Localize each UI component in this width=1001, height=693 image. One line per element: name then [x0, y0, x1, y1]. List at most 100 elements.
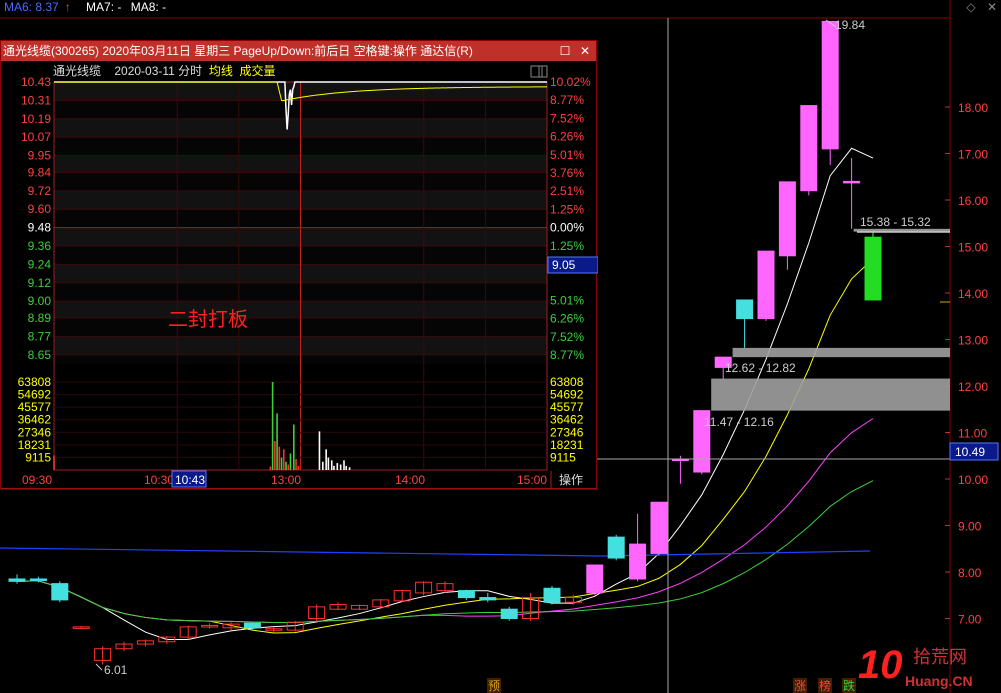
y-right-tick: 7.52% [550, 330, 584, 344]
ma8-legend: MA8: - [130, 0, 167, 14]
ma6-line [0, 547, 871, 557]
y-right-tick: 8.77% [550, 348, 584, 362]
x-tick-label: 09:30 [22, 473, 52, 487]
ma-legend: MA6: 8.37 ↑ MA7: - MA8: - [4, 0, 172, 14]
x-tick-label: 13:00 [271, 473, 301, 487]
candle-body [8, 578, 26, 582]
stock-name: 通光线缆 [53, 64, 102, 78]
y-right-tick: 6.26% [550, 312, 584, 326]
top-icons: ◇ ✕ [958, 0, 997, 14]
bottom-tag: 跌 [843, 678, 855, 693]
close-icon[interactable]: ✕ [576, 41, 594, 61]
x-tick-label: 14:00 [395, 473, 425, 487]
bottom-tag: 涨 [794, 678, 806, 693]
y-tick-label: 15.00 [958, 241, 988, 255]
price-annotation: 12.62 - 12.82 [725, 361, 796, 375]
candle-body [864, 236, 882, 301]
y-left-tick: 9.72 [28, 184, 52, 198]
candle-body [736, 299, 754, 320]
candle-body [243, 622, 261, 629]
op-button[interactable]: 操作 [559, 472, 583, 487]
volume-right-tick: 9115 [550, 450, 576, 464]
x-tick-label: 15:00 [517, 473, 547, 487]
popup-title: 通光线缆(300265) 2020年03月11日 星期三 PageUp/Down… [3, 44, 473, 58]
y-tick-label: 14.00 [958, 287, 988, 301]
price-annotation: 19.84 [835, 18, 865, 32]
diamond-icon[interactable]: ◇ [966, 0, 975, 14]
popup-subbar: 通光线缆 2020-03-11 分时 均线 成交量 [1, 62, 596, 80]
y-left-tick: 8.77 [28, 329, 52, 343]
ma30-line [16, 480, 874, 623]
candle-body [821, 20, 839, 150]
candle-body [650, 501, 668, 554]
y-left-tick: 10.07 [21, 130, 51, 144]
y-right-tick: 0.00% [550, 221, 584, 235]
watermark-logo: Huang.CN [905, 673, 973, 689]
intraday-chart[interactable]: 10.4310.3110.1910.079.959.849.729.609.48… [1, 41, 598, 490]
y-tick-label: 13.00 [958, 334, 988, 348]
ma6-legend: MA6: 8.37 ↑ [4, 0, 71, 14]
price-tag-label: 10.49 [955, 445, 985, 459]
ma7-legend: MA7: - [86, 0, 122, 14]
y-right-tick: 3.76% [550, 166, 584, 180]
candle-body [778, 181, 796, 257]
candle-body [843, 180, 861, 184]
y-tick-label: 18.00 [958, 101, 988, 115]
y-left-tick: 9.95 [28, 149, 52, 163]
y-left-tick: 9.24 [28, 257, 52, 271]
y-right-tick: 6.26% [550, 130, 584, 144]
candle-body [543, 587, 561, 603]
candle-body [757, 250, 775, 320]
close-icon[interactable]: ✕ [987, 0, 997, 14]
candle-body [51, 583, 69, 601]
gap-zone [853, 228, 950, 232]
candle-body [800, 105, 818, 192]
current-price-tag: 9.05 [552, 258, 576, 272]
y-tick-label: 9.00 [958, 520, 982, 534]
y-right-tick: 8.77% [550, 93, 584, 107]
y-tick-label: 12.00 [958, 380, 988, 394]
avg-line-label: 均线 [208, 64, 233, 78]
candle-body [479, 597, 497, 601]
candle-body [607, 536, 625, 559]
gap-zone [732, 347, 950, 358]
y-left-tick: 9.12 [28, 276, 52, 290]
annotation-pointer [95, 663, 103, 671]
bottom-tag: 榜 [819, 678, 831, 693]
y-left-tick: 10.19 [21, 112, 51, 126]
y-left-tick: 9.36 [28, 239, 52, 253]
candle-body [500, 608, 518, 620]
y-left-tick: 9.00 [28, 294, 52, 308]
y-left-tick: 9.60 [28, 202, 52, 216]
watermark-logo: 10 [858, 643, 903, 687]
y-tick-label: 7.00 [958, 613, 982, 627]
intraday-popup-window[interactable]: 10.43 10.31 10.19 10.07 9.95 9.84 9.72 9.60 9.48… [0, 40, 598, 490]
y-right-tick: 1.25% [550, 202, 584, 216]
y-tick-label: 16.00 [958, 194, 988, 208]
price-annotation: 11.47 - 12.16 [704, 415, 774, 429]
y-tick-label: 17.00 [958, 148, 988, 162]
y-right-tick: 5.01% [550, 293, 584, 307]
price-annotation: 15.38 - 15.32 [860, 215, 931, 229]
watermark-logo: 拾荒网 [913, 647, 967, 667]
y-tick-label: 8.00 [958, 566, 982, 580]
popup-titlebar[interactable]: 通光线缆(300265) 2020年03月11日 星期三 PageUp/Down… [1, 41, 596, 61]
y-left-tick: 8.89 [28, 311, 52, 325]
volume-left-tick: 9115 [25, 450, 51, 464]
y-tick-label: 10.00 [958, 473, 988, 487]
maximize-icon[interactable]: ☐ [556, 41, 574, 61]
annotation-text: 二封打板 [168, 308, 248, 331]
y-tick-label: 11.00 [958, 427, 987, 441]
y-left-tick: 9.48 [28, 221, 52, 235]
date-label: 2020-03-11 分时 [114, 64, 203, 78]
candle-body [457, 590, 475, 599]
y-left-tick: 9.84 [28, 165, 52, 179]
y-left-tick: 8.65 [28, 348, 52, 362]
candle-body [29, 578, 47, 581]
gap-zone [711, 378, 950, 411]
y-right-tick: 1.25% [550, 239, 584, 253]
y-right-tick: 5.01% [550, 148, 584, 162]
x-tick-label: 10:30 [144, 473, 174, 487]
candle-body [586, 564, 604, 594]
candle-body [629, 543, 647, 580]
